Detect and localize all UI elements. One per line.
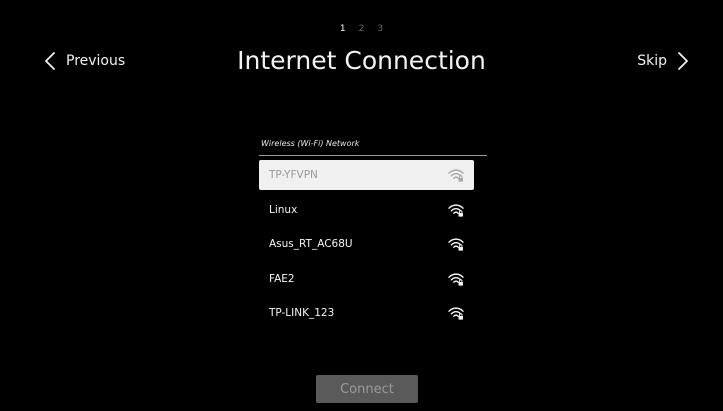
step-indicator: 1 2 3	[0, 24, 723, 34]
wifi-locked-icon	[448, 238, 464, 251]
network-list-header-label: Wireless (Wi-Fi) Network	[261, 139, 360, 148]
chevron-right-icon	[678, 52, 688, 70]
network-name: FAE2	[269, 272, 295, 285]
wifi-locked-icon	[448, 203, 464, 217]
step-3: 3	[377, 24, 384, 34]
network-name: TP-YFVPN	[269, 169, 318, 181]
network-list-header: Wireless (Wi-Fi) Network	[259, 137, 487, 156]
page-title: Internet Connection	[237, 46, 486, 75]
wifi-locked-icon	[448, 272, 464, 286]
setup-screen: 1 2 3 Previous Internet Connection Skip …	[0, 0, 723, 411]
network-list-item[interactable]: TP-LINK_123	[259, 298, 474, 328]
connect-button[interactable]: Connect	[316, 375, 418, 403]
step-1: 1	[339, 24, 346, 34]
step-2: 2	[358, 24, 365, 34]
network-list: TP-YFVPN Linux Asus_RT_AC68U FAE2 TP-LIN…	[259, 160, 474, 333]
wifi-locked-icon	[448, 169, 464, 182]
network-name: Linux	[269, 203, 298, 216]
network-name: TP-LINK_123	[269, 307, 335, 319]
skip-button[interactable]: Skip	[637, 48, 689, 74]
network-list-item[interactable]: Linux	[259, 195, 474, 225]
skip-label: Skip	[637, 53, 667, 69]
network-list-item[interactable]: TP-YFVPN	[259, 160, 474, 190]
network-list-item[interactable]: Asus_RT_AC68U	[259, 229, 474, 259]
network-name: Asus_RT_AC68U	[269, 238, 353, 250]
wifi-locked-icon	[448, 307, 464, 320]
network-list-item[interactable]: FAE2	[259, 264, 474, 294]
